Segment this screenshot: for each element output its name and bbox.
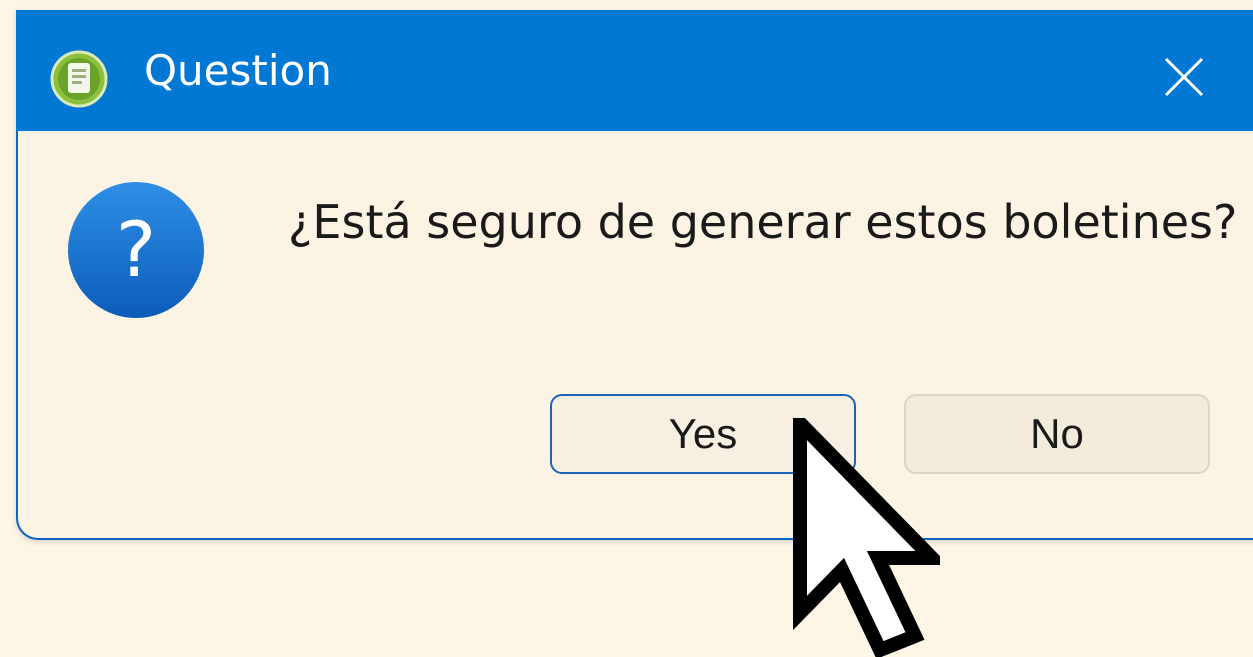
yes-button[interactable]: Yes bbox=[550, 394, 856, 474]
close-button[interactable] bbox=[1154, 47, 1214, 107]
close-icon bbox=[1164, 57, 1204, 97]
screen: Question ? ¿Está seguro de generar estos… bbox=[0, 0, 1253, 657]
document-app-icon bbox=[49, 49, 109, 109]
question-glyph: ? bbox=[116, 205, 156, 294]
question-dialog: Question ? ¿Está seguro de generar estos… bbox=[16, 10, 1253, 540]
question-icon: ? bbox=[66, 180, 206, 320]
dialog-titlebar[interactable]: Question bbox=[16, 10, 1253, 131]
no-button[interactable]: No bbox=[904, 394, 1210, 474]
dialog-message: ¿Está seguro de generar estos boletines? bbox=[288, 195, 1238, 249]
dialog-title: Question bbox=[144, 46, 332, 95]
